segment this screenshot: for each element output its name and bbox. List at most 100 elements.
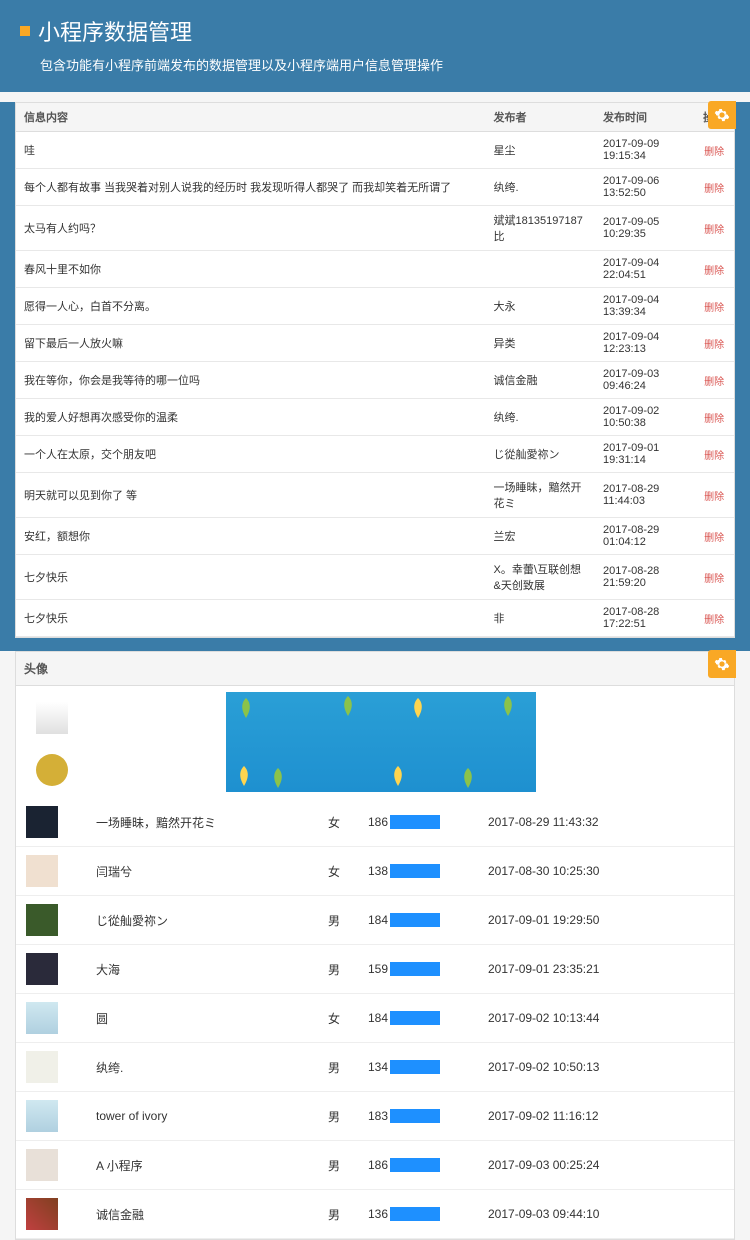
user-row: tower of ivory 男 183 2017-09-02 11:16:12 [16,1092,734,1141]
user-gender: 女 [328,1010,368,1027]
table-row: 一个人在太原，交个朋友吧 じ從舢愛祢ン 2017-09-01 19:31:14 … [16,436,734,473]
delete-link[interactable]: 删除 [704,574,724,585]
user-name: 圆 [88,1010,328,1027]
user-phone: 136 [368,1207,488,1221]
page-header: 小程序数据管理 包含功能有小程序前端发布的数据管理以及小程序端用户信息管理操作 [0,0,750,92]
phone-masked [390,1060,440,1074]
user-row: 闫瑞兮 女 138 2017-08-30 10:25:30 [16,847,734,896]
delete-link[interactable]: 删除 [704,377,724,388]
banner-image [226,692,536,792]
col-header-content: 信息内容 [16,103,486,132]
table-row: 安红，额想你 兰宏 2017-08-29 01:04:12 删除 [16,518,734,555]
cell-time: 2017-09-05 10:29:35 [595,206,694,251]
cell-content: 留下最后一人放火嘛 [16,325,486,362]
delete-link[interactable]: 删除 [704,303,724,314]
phone-masked [390,1158,440,1172]
page-subtitle: 包含功能有小程序前端发布的数据管理以及小程序端用户信息管理操作 [40,55,730,74]
cell-time: 2017-09-01 19:31:14 [595,436,694,473]
user-name: じ從舢愛祢ン [88,912,328,929]
delete-link[interactable]: 删除 [704,615,724,626]
avatar-thumbnail [36,702,68,734]
delete-link[interactable]: 删除 [704,340,724,351]
cell-content: 安红，额想你 [16,518,486,555]
user-name: A 小程序 [88,1157,328,1174]
cell-author: 兰宏 [486,518,595,555]
cell-content: 每个人都有故事 当我哭着对别人说我的经历时 我发现听得人都哭了 而我却笑着无所谓… [16,169,486,206]
user-avatar [16,994,88,1042]
cell-author: じ從舢愛祢ン [486,436,595,473]
cell-author: 斌斌18135197187比 [486,206,595,251]
user-avatar [16,1092,88,1140]
cell-content: 哇 [16,132,486,169]
cell-time: 2017-08-28 21:59:20 [595,555,694,600]
user-gender: 男 [328,1157,368,1174]
messages-panel: 信息内容 发布者 发布时间 操作 哇 星尘 2017-09-09 19:15:3… [15,102,735,638]
delete-link[interactable]: 删除 [704,451,724,462]
table-row: 明天就可以见到你了 等 一场睡昧，黯然开花ミ 2017-08-29 11:44:… [16,473,734,518]
phone-masked [390,913,440,927]
delete-link[interactable]: 删除 [704,414,724,425]
table-row: 我的爱人好想再次感受你的温柔 纨绔. 2017-09-02 10:50:38 删… [16,399,734,436]
table-row: 留下最后一人放火嘛 异类 2017-09-04 12:23:13 删除 [16,325,734,362]
cell-content: 七夕快乐 [16,600,486,637]
user-row: 大海 男 159 2017-09-01 23:35:21 [16,945,734,994]
table-row: 哇 星尘 2017-09-09 19:15:34 删除 [16,132,734,169]
col-header-author: 发布者 [486,103,595,132]
user-gender: 女 [328,863,368,880]
phone-masked [390,864,440,878]
user-gender: 男 [328,961,368,978]
cell-content: 春风十里不如你 [16,251,486,288]
user-time: 2017-09-03 09:44:10 [488,1207,599,1221]
delete-link[interactable]: 删除 [704,225,724,236]
user-time: 2017-09-02 11:16:12 [488,1109,599,1123]
user-gender: 男 [328,1059,368,1076]
cell-author: 星尘 [486,132,595,169]
cell-time: 2017-09-09 19:15:34 [595,132,694,169]
cell-author: 纨绔. [486,399,595,436]
table-row: 我在等你，你会是我等待的哪一位吗 诚信金融 2017-09-03 09:46:2… [16,362,734,399]
cell-time: 2017-09-06 13:52:50 [595,169,694,206]
user-row: じ從舢愛祢ン 男 184 2017-09-01 19:29:50 [16,896,734,945]
user-phone: 186 [368,1158,488,1172]
cell-time: 2017-08-29 11:44:03 [595,473,694,518]
user-gender: 男 [328,1108,368,1125]
table-row: 愿得一人心，白首不分离。 大永 2017-09-04 13:39:34 删除 [16,288,734,325]
cell-author: 一场睡昧，黯然开花ミ [486,473,595,518]
user-name: tower of ivory [88,1109,328,1123]
user-row: 一场睡昧，黯然开花ミ 女 186 2017-08-29 11:43:32 [16,798,734,847]
cell-author: 纨绔. [486,169,595,206]
cell-author: 大永 [486,288,595,325]
table-row: 春风十里不如你 2017-09-04 22:04:51 删除 [16,251,734,288]
user-phone: 159 [368,962,488,976]
phone-masked [390,1109,440,1123]
delete-link[interactable]: 删除 [704,147,724,158]
user-phone: 184 [368,1011,488,1025]
cell-content: 七夕快乐 [16,555,486,600]
settings-button[interactable] [708,650,736,678]
delete-link[interactable]: 删除 [704,266,724,277]
cell-content: 太马有人约吗？ [16,206,486,251]
user-name: 一场睡昧，黯然开花ミ [88,814,328,831]
user-gender: 男 [328,912,368,929]
cell-content: 我的爱人好想再次感受你的温柔 [16,399,486,436]
user-name: 闫瑞兮 [88,863,328,880]
cell-time: 2017-08-29 01:04:12 [595,518,694,555]
delete-link[interactable]: 删除 [704,492,724,503]
user-gender: 女 [328,814,368,831]
phone-masked [390,815,440,829]
cell-author: X。幸蕾\互联创想&天创致展 [486,555,595,600]
delete-link[interactable]: 删除 [704,184,724,195]
user-row: 纨绔. 男 134 2017-09-02 10:50:13 [16,1043,734,1092]
user-avatar [16,847,88,895]
user-phone: 183 [368,1109,488,1123]
delete-link[interactable]: 删除 [704,533,724,544]
cell-time: 2017-09-04 22:04:51 [595,251,694,288]
cell-content: 愿得一人心，白首不分离。 [16,288,486,325]
user-name: 诚信金融 [88,1206,328,1223]
user-avatar [16,896,88,944]
phone-masked [390,1207,440,1221]
user-avatar [16,1043,88,1091]
user-avatar [16,1141,88,1189]
user-avatar [16,798,88,846]
settings-button[interactable] [708,101,736,129]
